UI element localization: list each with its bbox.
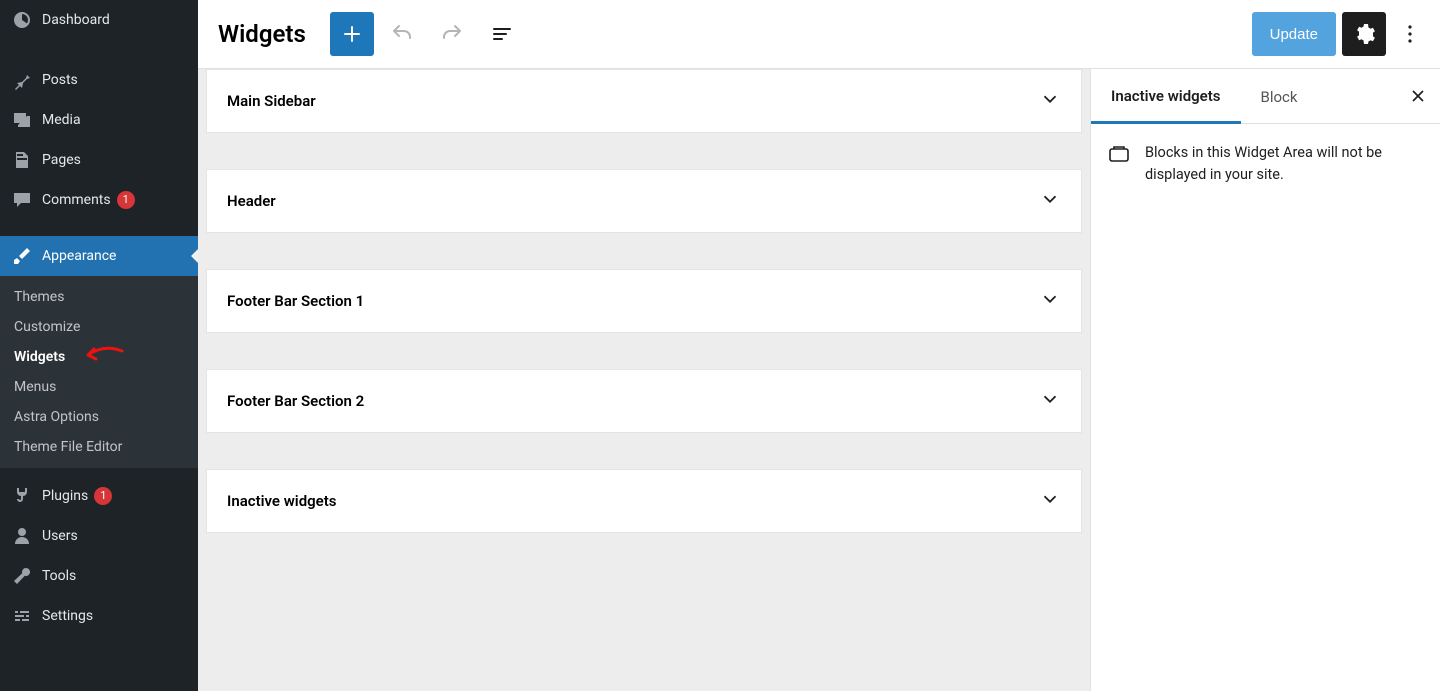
sidebar-item-label: Posts — [42, 72, 78, 88]
chevron-down-icon — [1039, 288, 1061, 314]
sidebar-item-plugins[interactable]: Plugins 1 — [0, 476, 198, 516]
list-view-button[interactable] — [480, 12, 524, 56]
sidebar-item-label: Pages — [42, 152, 81, 168]
editor-body: Main Sidebar Header Footer Bar Section 1 — [198, 69, 1440, 691]
comments-badge: 1 — [117, 191, 135, 209]
settings-tabs: Inactive widgets Block — [1091, 69, 1440, 124]
sidebar-item-media[interactable]: Media — [0, 100, 198, 140]
active-pointer — [191, 248, 198, 264]
sidebar-item-label: Plugins — [42, 488, 88, 504]
submenu-astra-options[interactable]: Astra Options — [0, 402, 198, 432]
chevron-down-icon — [1039, 188, 1061, 214]
widget-area-footer-1: Footer Bar Section 1 — [206, 269, 1082, 333]
widget-area-toggle[interactable]: Main Sidebar — [207, 70, 1081, 132]
sidebar-item-label: Settings — [42, 608, 93, 624]
widget-area-label: Inactive widgets — [227, 492, 337, 510]
pages-icon — [12, 150, 32, 170]
redo-button[interactable] — [430, 12, 474, 56]
widget-area-inactive: Inactive widgets — [206, 469, 1082, 533]
plug-icon — [12, 486, 32, 506]
chevron-down-icon — [1039, 388, 1061, 414]
sidebar-item-label: Tools — [42, 568, 76, 584]
admin-sidebar: Dashboard Posts Media Pages Comments 1 A… — [0, 0, 198, 691]
settings-panel: Inactive widgets Block Blocks in this Wi… — [1090, 69, 1440, 691]
close-panel-button[interactable] — [1396, 74, 1440, 118]
sidebar-item-appearance[interactable]: Appearance — [0, 236, 198, 276]
widget-area-toggle[interactable]: Header — [207, 170, 1081, 232]
tab-block[interactable]: Block — [1241, 70, 1318, 122]
editor: Widgets Update — [198, 0, 1440, 691]
undo-button[interactable] — [380, 12, 424, 56]
sidebar-item-settings[interactable]: Settings — [0, 596, 198, 636]
sidebar-item-label: Dashboard — [42, 12, 110, 28]
sidebar-item-label: Appearance — [42, 248, 116, 264]
submenu-themes[interactable]: Themes — [0, 282, 198, 312]
page-title: Widgets — [218, 20, 306, 48]
sidebar-item-posts[interactable]: Posts — [0, 60, 198, 100]
sidebar-item-label: Comments — [42, 192, 111, 208]
sidebar-item-pages[interactable]: Pages — [0, 140, 198, 180]
brush-icon — [12, 246, 32, 266]
widget-area-label: Header — [227, 192, 276, 210]
tab-inactive-widgets[interactable]: Inactive widgets — [1091, 69, 1241, 124]
appearance-submenu: Themes Customize Widgets Menus Astra Opt… — [0, 276, 198, 468]
user-icon — [12, 526, 32, 546]
plugins-badge: 1 — [94, 487, 112, 505]
sidebar-item-dashboard[interactable]: Dashboard — [0, 0, 198, 40]
widget-area-icon — [1107, 142, 1131, 187]
sidebar-item-tools[interactable]: Tools — [0, 556, 198, 596]
media-icon — [12, 110, 32, 130]
wrench-icon — [12, 566, 32, 586]
sliders-icon — [12, 606, 32, 626]
sidebar-item-users[interactable]: Users — [0, 516, 198, 556]
widget-area-toggle[interactable]: Inactive widgets — [207, 470, 1081, 532]
panel-message: Blocks in this Widget Area will not be d… — [1145, 142, 1424, 187]
editor-header: Widgets Update — [198, 0, 1440, 69]
widget-area-header: Header — [206, 169, 1082, 233]
comment-icon — [12, 190, 32, 210]
widget-area-toggle[interactable]: Footer Bar Section 2 — [207, 370, 1081, 432]
sidebar-item-label: Media — [42, 112, 81, 128]
widget-area-label: Footer Bar Section 1 — [227, 292, 364, 310]
annotation-red-arrow — [82, 345, 124, 371]
submenu-widgets[interactable]: Widgets — [0, 342, 198, 372]
chevron-down-icon — [1039, 488, 1061, 514]
chevron-down-icon — [1039, 88, 1061, 114]
widget-area-footer-2: Footer Bar Section 2 — [206, 369, 1082, 433]
sidebar-item-label: Users — [42, 528, 78, 544]
sidebar-item-comments[interactable]: Comments 1 — [0, 180, 198, 220]
widget-area-label: Main Sidebar — [227, 92, 316, 110]
submenu-theme-editor[interactable]: Theme File Editor — [0, 432, 198, 462]
panel-body: Blocks in this Widget Area will not be d… — [1091, 124, 1440, 205]
widget-areas-column: Main Sidebar Header Footer Bar Section 1 — [198, 69, 1090, 691]
widget-area-label: Footer Bar Section 2 — [227, 392, 364, 410]
widget-area-toggle[interactable]: Footer Bar Section 1 — [207, 270, 1081, 332]
update-button[interactable]: Update — [1252, 12, 1336, 56]
widget-area-main-sidebar: Main Sidebar — [206, 69, 1082, 133]
options-button[interactable] — [1392, 12, 1428, 56]
submenu-customize[interactable]: Customize — [0, 312, 198, 342]
settings-button[interactable] — [1342, 12, 1386, 56]
pin-icon — [12, 70, 32, 90]
submenu-menus[interactable]: Menus — [0, 372, 198, 402]
add-block-button[interactable] — [330, 12, 374, 56]
dashboard-icon — [12, 10, 32, 30]
